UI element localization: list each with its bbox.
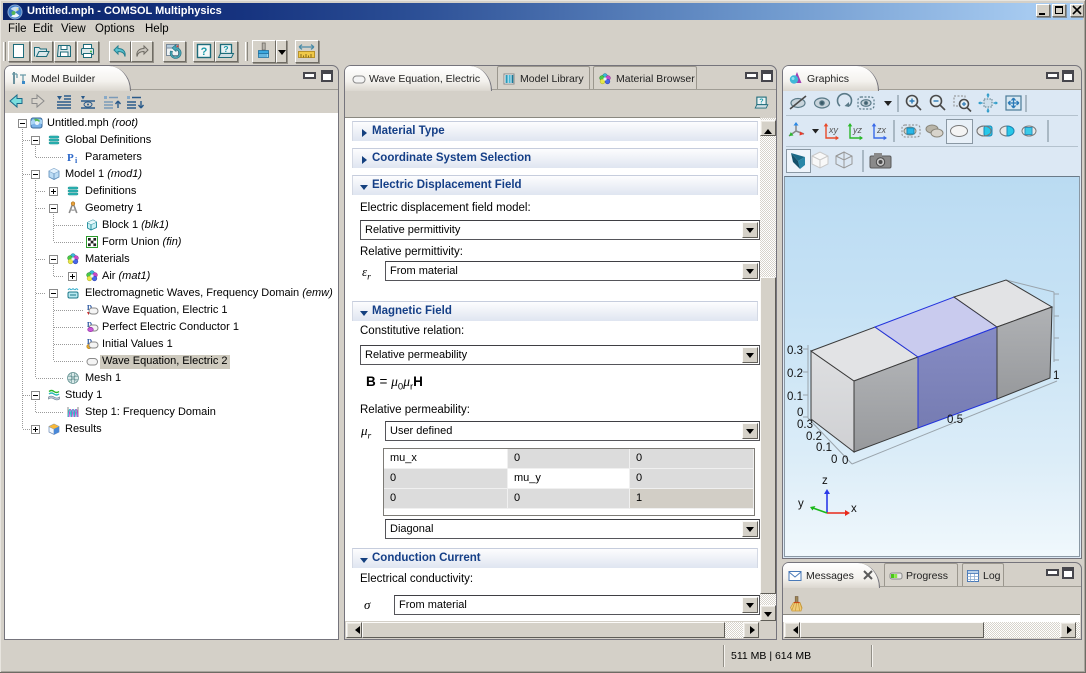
svg-text:xy: xy xyxy=(828,125,839,135)
svg-text:zx: zx xyxy=(876,125,887,135)
svg-text:P: P xyxy=(67,152,74,164)
svg-text:?: ? xyxy=(201,46,208,58)
svg-text:i: i xyxy=(75,156,78,164)
svg-text:?: ? xyxy=(759,97,763,105)
svg-text:yz: yz xyxy=(852,125,863,135)
svg-text:?: ? xyxy=(223,44,228,54)
